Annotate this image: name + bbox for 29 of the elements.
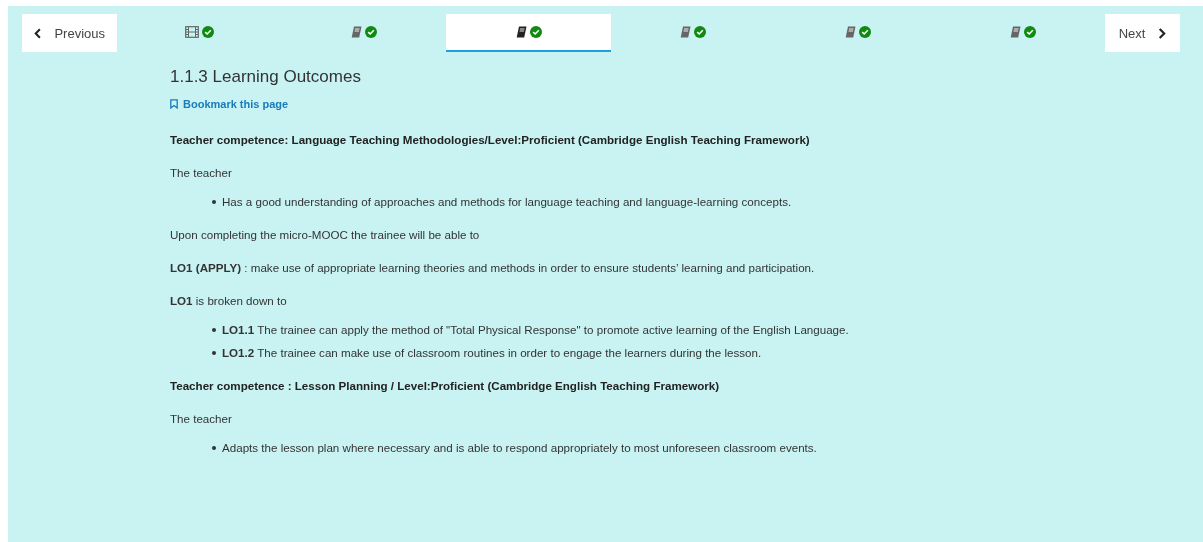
book-icon <box>1009 26 1021 38</box>
bookmark-link[interactable]: Bookmark this page <box>170 98 289 110</box>
bullet-icon <box>212 445 216 450</box>
competence-heading: Teacher competence : Lesson Planning / Level:Proficient (Cambridge English Teaching Framework) <box>170 379 721 392</box>
list-item-text: Has a good understanding of approaches and methods for language teaching and language-learning concepts. <box>222 195 792 208</box>
book-icon <box>680 26 692 38</box>
list-item-text: LO1.2 The trainee can make use of classroom routines in order to engage the learners during the lesson. <box>222 346 762 359</box>
list-item-text: LO1.1 The trainee can apply the method of "Total Physical Response" to promote active learning of the English Language. <box>222 323 849 336</box>
paragraph: Upon completing the micro-MOOC the trainee will be able to <box>170 228 481 241</box>
chevron-right-icon <box>1157 27 1167 39</box>
paragraph: LO1 is broken down to <box>170 294 288 307</box>
chevron-left-icon <box>34 27 43 39</box>
bullet-icon <box>212 350 216 355</box>
unit-tab[interactable] <box>446 14 611 52</box>
competence-heading: Teacher competence: Language Teaching Methodologies/Level:Proficient (Cambridge English Teaching Framework) <box>170 133 811 146</box>
paragraph: The teacher <box>170 166 233 179</box>
bookmark-icon <box>170 99 178 109</box>
list-item-text: Adapts the lesson plan where necessary and is able to respond appropriately to most unforeseen classroom events. <box>222 441 817 454</box>
bullet-icon <box>212 199 216 204</box>
film-icon <box>184 26 199 38</box>
paragraph: The teacher <box>170 412 233 425</box>
page-title: 1.1.3 Learning Outcomes <box>170 67 362 87</box>
bullet-icon <box>212 327 216 332</box>
book-icon <box>515 26 527 38</box>
previous-button[interactable]: Previous <box>22 14 117 52</box>
book-icon <box>845 26 856 38</box>
next-button[interactable]: Next <box>1105 14 1180 52</box>
book-icon <box>351 26 362 38</box>
paragraph: LO1 (APPLY) : make use of appropriate learning theories and methods in order to ensure students’ learning and participation. <box>170 261 816 274</box>
